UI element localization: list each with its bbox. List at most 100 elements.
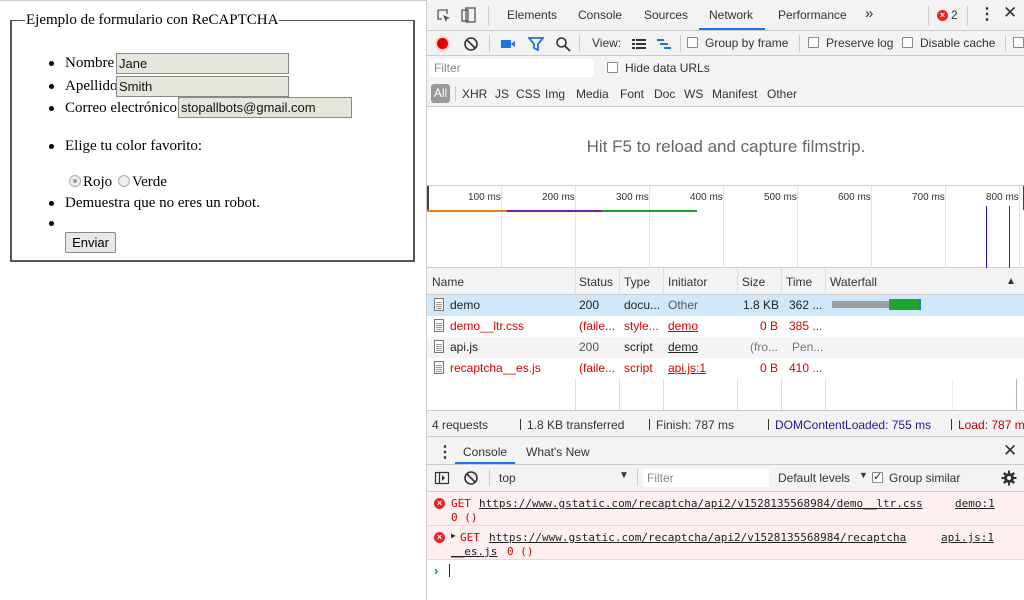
levels-dropdown-icon[interactable]: ▼: [859, 470, 868, 480]
search-icon[interactable]: [555, 36, 571, 52]
clear-icon[interactable]: [463, 36, 479, 52]
type-xhr[interactable]: XHR: [462, 87, 487, 101]
type-other[interactable]: Other: [767, 87, 797, 101]
disable-cache-checkbox[interactable]: [902, 37, 913, 48]
apellido-input[interactable]: Smith: [116, 76, 289, 97]
record-icon[interactable]: [435, 36, 450, 51]
offline-checkbox[interactable]: [1013, 37, 1024, 48]
message-source-link[interactable]: demo:1: [955, 497, 995, 510]
group-similar-checkbox[interactable]: [872, 470, 883, 483]
col-name[interactable]: Name: [432, 275, 464, 289]
col-time[interactable]: Time: [786, 275, 812, 289]
group-by-frame-checkbox[interactable]: [687, 37, 698, 48]
nombre-label: Nombre: [65, 55, 115, 71]
tab-network[interactable]: Network: [709, 8, 753, 22]
show-sidebar-icon[interactable]: [434, 470, 450, 486]
console-filter-input[interactable]: Filter: [643, 469, 769, 487]
sort-ascending-icon[interactable]: ▲: [1006, 276, 1016, 287]
col-type[interactable]: Type: [624, 275, 650, 289]
nombre-input[interactable]: Jane: [116, 53, 289, 74]
type-ws[interactable]: WS: [684, 87, 703, 101]
console-settings-gear-icon[interactable]: [1001, 470, 1017, 486]
table-row[interactable]: recaptcha__es.js (faile... script api.js…: [427, 358, 1024, 379]
tab-sources[interactable]: Sources: [644, 8, 688, 22]
tick-label: 600 ms: [838, 192, 871, 203]
close-drawer-icon[interactable]: ✕: [1003, 441, 1017, 461]
filter-funnel-icon[interactable]: [528, 36, 544, 52]
message-url-link[interactable]: https://www.gstatic.com/recaptcha/api2/v…: [489, 531, 906, 544]
bullet: [49, 106, 54, 111]
type-css[interactable]: CSS: [516, 87, 541, 101]
correo-input[interactable]: stopallbots@gmail.com: [178, 97, 352, 118]
type-manifest[interactable]: Manifest: [712, 87, 757, 101]
message-url-link[interactable]: https://www.gstatic.com/recaptcha/api2/v…: [479, 497, 923, 510]
error-count[interactable]: 2: [951, 8, 958, 22]
message-source-link[interactable]: api.js:1: [941, 531, 994, 544]
table-row[interactable]: demo 200 docu... Other 1.8 KB 362 ...: [427, 295, 1024, 316]
row-initiator-link[interactable]: demo: [668, 340, 698, 354]
preserve-log-checkbox[interactable]: [808, 37, 819, 48]
nombre-row: Nombre: [49, 54, 115, 72]
col-status[interactable]: Status: [579, 275, 613, 289]
row-initiator-link[interactable]: demo: [668, 319, 698, 333]
video-capture-icon[interactable]: [500, 36, 516, 52]
bullet: [49, 201, 54, 206]
large-rows-icon[interactable]: [631, 36, 647, 52]
form-legend: Ejemplo de formulario con ReCAPTCHA: [25, 12, 280, 29]
radio-rojo[interactable]: [69, 175, 81, 187]
tab-performance[interactable]: Performance: [778, 8, 847, 22]
radio-verde-label: Verde: [131, 174, 167, 190]
more-tabs-button[interactable]: »: [865, 5, 873, 22]
type-js[interactable]: JS: [495, 87, 509, 101]
expand-arrow-icon[interactable]: ▶: [451, 531, 456, 540]
table-row[interactable]: demo__ltr.css (faile... style... demo 0 …: [427, 316, 1024, 337]
waterfall-download-bar: [919, 299, 921, 310]
close-devtools-icon[interactable]: ✕: [1003, 3, 1017, 23]
console-prompt-area[interactable]: ›: [427, 560, 1024, 600]
error-icon: ×: [434, 532, 445, 543]
color-question: Elige tu color favorito:: [65, 138, 203, 154]
preserve-log-label: Preserve log: [826, 36, 894, 50]
bullet: [49, 84, 54, 89]
drawer-active-underline: [455, 462, 515, 464]
table-row[interactable]: api.js 200 script demo (fro... Pen...: [427, 337, 1024, 358]
drawer-tab-whats-new[interactable]: What's New: [526, 445, 590, 459]
type-img[interactable]: Img: [545, 87, 565, 101]
inspect-element-icon[interactable]: [436, 8, 452, 24]
row-name: demo__ltr.css: [450, 319, 525, 333]
drawer-tab-console[interactable]: Console: [463, 445, 507, 459]
submit-button[interactable]: Enviar: [65, 232, 116, 253]
clear-console-icon[interactable]: [463, 470, 479, 486]
waterfall-overview-icon[interactable]: [656, 36, 672, 52]
log-levels-dropdown[interactable]: Default levels: [778, 471, 850, 485]
context-selector[interactable]: top: [499, 471, 516, 485]
kebab-menu-icon[interactable]: ⋮: [979, 4, 995, 24]
radio-verde[interactable]: [117, 175, 130, 187]
type-doc[interactable]: Doc: [654, 87, 675, 101]
console-cursor[interactable]: [449, 564, 450, 577]
filmstrip-message: Hit F5 to reload and capture filmstrip.: [586, 137, 866, 156]
network-filter-input[interactable]: Filter: [430, 59, 594, 77]
type-all[interactable]: All: [431, 84, 450, 103]
device-toolbar-icon[interactable]: [461, 7, 477, 23]
correo-label: Correo electrónico: [65, 100, 178, 116]
row-initiator-link[interactable]: api.js:1: [668, 361, 706, 375]
message-url-continuation[interactable]: __es.js: [451, 545, 497, 558]
type-font[interactable]: Font: [620, 87, 644, 101]
row-size: 0 B: [760, 319, 779, 333]
script-icon: [434, 361, 444, 374]
overview-timeline: 100 ms 200 ms 300 ms 400 ms 500 ms 600 m…: [427, 186, 1024, 268]
drawer-menu-icon[interactable]: ⋮: [437, 442, 453, 462]
tab-console[interactable]: Console: [578, 8, 622, 22]
row-status: 200: [579, 340, 600, 354]
col-initiator[interactable]: Initiator: [668, 275, 707, 289]
tab-elements[interactable]: Elements: [507, 8, 557, 22]
summary-finish: Finish: 787 ms: [656, 418, 735, 432]
context-dropdown-icon[interactable]: ▼: [619, 470, 629, 481]
console-toolbar: top ▼ Filter Default levels ▼ Group simi…: [427, 465, 1024, 492]
col-waterfall[interactable]: Waterfall: [830, 275, 877, 289]
col-size[interactable]: Size: [742, 275, 765, 289]
type-media[interactable]: Media: [576, 87, 609, 101]
hide-data-urls-checkbox[interactable]: [607, 62, 618, 73]
requests-table: Name Status Type Initiator Size Time Wat…: [427, 268, 1024, 410]
